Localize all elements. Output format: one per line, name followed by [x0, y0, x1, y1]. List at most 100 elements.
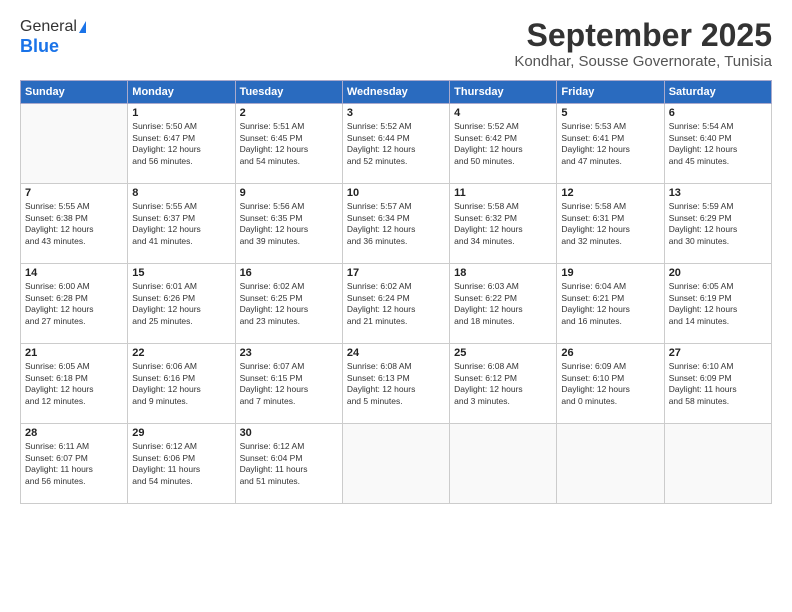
calendar-cell: 5 Sunrise: 5:53 AMSunset: 6:41 PMDaylight… — [557, 104, 664, 184]
calendar-cell: 30 Sunrise: 6:12 AMSunset: 6:04 PMDayligh… — [235, 424, 342, 504]
day-number: 13 — [669, 187, 767, 199]
day-info: Sunrise: 6:09 AMSunset: 6:10 PMDaylight:… — [561, 361, 659, 407]
calendar-cell: 10 Sunrise: 5:57 AMSunset: 6:34 PMDayligh… — [342, 184, 449, 264]
day-info: Sunrise: 6:01 AMSunset: 6:26 PMDaylight:… — [132, 281, 230, 327]
calendar-cell — [21, 104, 128, 184]
day-number: 15 — [132, 267, 230, 279]
calendar-cell: 11Sunrise: 5:58 AMSunset: 6:32 PMDayligh… — [450, 184, 557, 264]
title-block: September 2025 Kondhar, Sousse Governora… — [514, 18, 772, 70]
day-info: Sunrise: 6:08 AMSunset: 6:12 PMDaylight:… — [454, 361, 552, 407]
calendar-week-row: 21Sunrise: 6:05 AMSunset: 6:18 PMDayligh… — [21, 344, 772, 424]
calendar-cell: 14Sunrise: 6:00 AMSunset: 6:28 PMDayligh… — [21, 264, 128, 344]
logo-general-text: General — [20, 18, 77, 36]
calendar-cell: 27Sunrise: 6:10 AMSunset: 6:09 PMDayligh… — [664, 344, 771, 424]
day-number: 9 — [240, 187, 338, 199]
calendar-cell: 22Sunrise: 6:06 AMSunset: 6:16 PMDayligh… — [128, 344, 235, 424]
day-info: Sunrise: 5:55 AMSunset: 6:37 PMDaylight:… — [132, 201, 230, 247]
calendar-header: SundayMondayTuesdayWednesdayThursdayFrid… — [21, 81, 772, 104]
day-number: 24 — [347, 347, 445, 359]
day-number: 2 — [240, 107, 338, 119]
day-info: Sunrise: 5:59 AMSunset: 6:29 PMDaylight:… — [669, 201, 767, 247]
day-number: 7 — [25, 187, 123, 199]
weekday-header-wednesday: Wednesday — [342, 81, 449, 104]
day-number: 8 — [132, 187, 230, 199]
calendar-cell: 24 Sunrise: 6:08 AMSunset: 6:13 PMDayligh… — [342, 344, 449, 424]
day-info: Sunrise: 5:57 AMSunset: 6:34 PMDaylight:… — [347, 201, 445, 247]
day-number: 16 — [240, 267, 338, 279]
calendar-week-row: 7Sunrise: 5:55 AMSunset: 6:38 PMDaylight… — [21, 184, 772, 264]
calendar-cell: 23Sunrise: 6:07 AMSunset: 6:15 PMDayligh… — [235, 344, 342, 424]
day-number: 10 — [347, 187, 445, 199]
calendar-cell: 9Sunrise: 5:56 AMSunset: 6:35 PMDaylight… — [235, 184, 342, 264]
day-info: Sunrise: 6:08 AMSunset: 6:13 PMDaylight:… — [347, 361, 445, 407]
page: General Blue September 2025 Kondhar, Sou… — [0, 0, 792, 612]
calendar-cell: 20 Sunrise: 6:05 AMSunset: 6:19 PMDayligh… — [664, 264, 771, 344]
day-info: Sunrise: 5:53 AMSunset: 6:41 PMDaylight:… — [561, 121, 659, 167]
calendar-subtitle: Kondhar, Sousse Governorate, Tunisia — [514, 53, 772, 70]
day-info: Sunrise: 6:02 AMSunset: 6:24 PMDaylight:… — [347, 281, 445, 327]
calendar-title: September 2025 — [514, 18, 772, 53]
day-info: Sunrise: 6:03 AMSunset: 6:22 PMDaylight:… — [454, 281, 552, 327]
calendar-cell: 3Sunrise: 5:52 AMSunset: 6:44 PMDaylight… — [342, 104, 449, 184]
day-info: Sunrise: 6:06 AMSunset: 6:16 PMDaylight:… — [132, 361, 230, 407]
day-info: Sunrise: 6:02 AMSunset: 6:25 PMDaylight:… — [240, 281, 338, 327]
logo-arrow-icon — [79, 21, 86, 33]
day-number: 28 — [25, 427, 123, 439]
calendar-week-row: 14Sunrise: 6:00 AMSunset: 6:28 PMDayligh… — [21, 264, 772, 344]
day-info: Sunrise: 6:10 AMSunset: 6:09 PMDaylight:… — [669, 361, 767, 407]
calendar-cell: 8 Sunrise: 5:55 AMSunset: 6:37 PMDaylight… — [128, 184, 235, 264]
day-info: Sunrise: 5:50 AMSunset: 6:47 PMDaylight:… — [132, 121, 230, 167]
day-info: Sunrise: 6:04 AMSunset: 6:21 PMDaylight:… — [561, 281, 659, 327]
day-info: Sunrise: 6:11 AMSunset: 6:07 PMDaylight:… — [25, 441, 123, 487]
calendar-cell: 28 Sunrise: 6:11 AMSunset: 6:07 PMDayligh… — [21, 424, 128, 504]
day-number: 17 — [347, 267, 445, 279]
calendar-cell: 17 Sunrise: 6:02 AMSunset: 6:24 PMDayligh… — [342, 264, 449, 344]
day-info: Sunrise: 5:58 AMSunset: 6:31 PMDaylight:… — [561, 201, 659, 247]
calendar-cell: 6 Sunrise: 5:54 AMSunset: 6:40 PMDaylight… — [664, 104, 771, 184]
day-number: 6 — [669, 107, 767, 119]
day-info: Sunrise: 6:12 AMSunset: 6:04 PMDaylight:… — [240, 441, 338, 487]
weekday-header-tuesday: Tuesday — [235, 81, 342, 104]
day-number: 26 — [561, 347, 659, 359]
day-number: 3 — [347, 107, 445, 119]
weekday-header-monday: Monday — [128, 81, 235, 104]
calendar-cell: 7Sunrise: 5:55 AMSunset: 6:38 PMDaylight… — [21, 184, 128, 264]
calendar-cell — [450, 424, 557, 504]
day-info: Sunrise: 5:54 AMSunset: 6:40 PMDaylight:… — [669, 121, 767, 167]
calendar-cell: 18 Sunrise: 6:03 AMSunset: 6:22 PMDayligh… — [450, 264, 557, 344]
calendar-cell: 16 Sunrise: 6:02 AMSunset: 6:25 PMDayligh… — [235, 264, 342, 344]
calendar-cell: 19 Sunrise: 6:04 AMSunset: 6:21 PMDayligh… — [557, 264, 664, 344]
day-number: 4 — [454, 107, 552, 119]
day-info: Sunrise: 6:05 AMSunset: 6:19 PMDaylight:… — [669, 281, 767, 327]
day-number: 25 — [454, 347, 552, 359]
calendar-cell — [342, 424, 449, 504]
calendar-body: 1Sunrise: 5:50 AMSunset: 6:47 PMDaylight… — [21, 104, 772, 504]
day-number: 21 — [25, 347, 123, 359]
calendar-table: SundayMondayTuesdayWednesdayThursdayFrid… — [20, 80, 772, 504]
day-number: 20 — [669, 267, 767, 279]
weekday-header-row: SundayMondayTuesdayWednesdayThursdayFrid… — [21, 81, 772, 104]
day-number: 18 — [454, 267, 552, 279]
calendar-cell: 12 Sunrise: 5:58 AMSunset: 6:31 PMDayligh… — [557, 184, 664, 264]
day-number: 19 — [561, 267, 659, 279]
calendar-week-row: 1Sunrise: 5:50 AMSunset: 6:47 PMDaylight… — [21, 104, 772, 184]
calendar-cell: 2 Sunrise: 5:51 AMSunset: 6:45 PMDaylight… — [235, 104, 342, 184]
logo: General Blue — [20, 18, 86, 57]
calendar-cell: 1Sunrise: 5:50 AMSunset: 6:47 PMDaylight… — [128, 104, 235, 184]
calendar-cell: 4 Sunrise: 5:52 AMSunset: 6:42 PMDaylight… — [450, 104, 557, 184]
day-number: 29 — [132, 427, 230, 439]
weekday-header-sunday: Sunday — [21, 81, 128, 104]
calendar-cell — [557, 424, 664, 504]
calendar-cell — [664, 424, 771, 504]
calendar-cell: 21Sunrise: 6:05 AMSunset: 6:18 PMDayligh… — [21, 344, 128, 424]
weekday-header-saturday: Saturday — [664, 81, 771, 104]
calendar-cell: 26 Sunrise: 6:09 AMSunset: 6:10 PMDayligh… — [557, 344, 664, 424]
logo-blue-text: Blue — [20, 36, 59, 57]
day-info: Sunrise: 5:51 AMSunset: 6:45 PMDaylight:… — [240, 121, 338, 167]
day-number: 5 — [561, 107, 659, 119]
day-number: 12 — [561, 187, 659, 199]
day-info: Sunrise: 5:52 AMSunset: 6:42 PMDaylight:… — [454, 121, 552, 167]
day-info: Sunrise: 6:00 AMSunset: 6:28 PMDaylight:… — [25, 281, 123, 327]
weekday-header-friday: Friday — [557, 81, 664, 104]
day-number: 30 — [240, 427, 338, 439]
